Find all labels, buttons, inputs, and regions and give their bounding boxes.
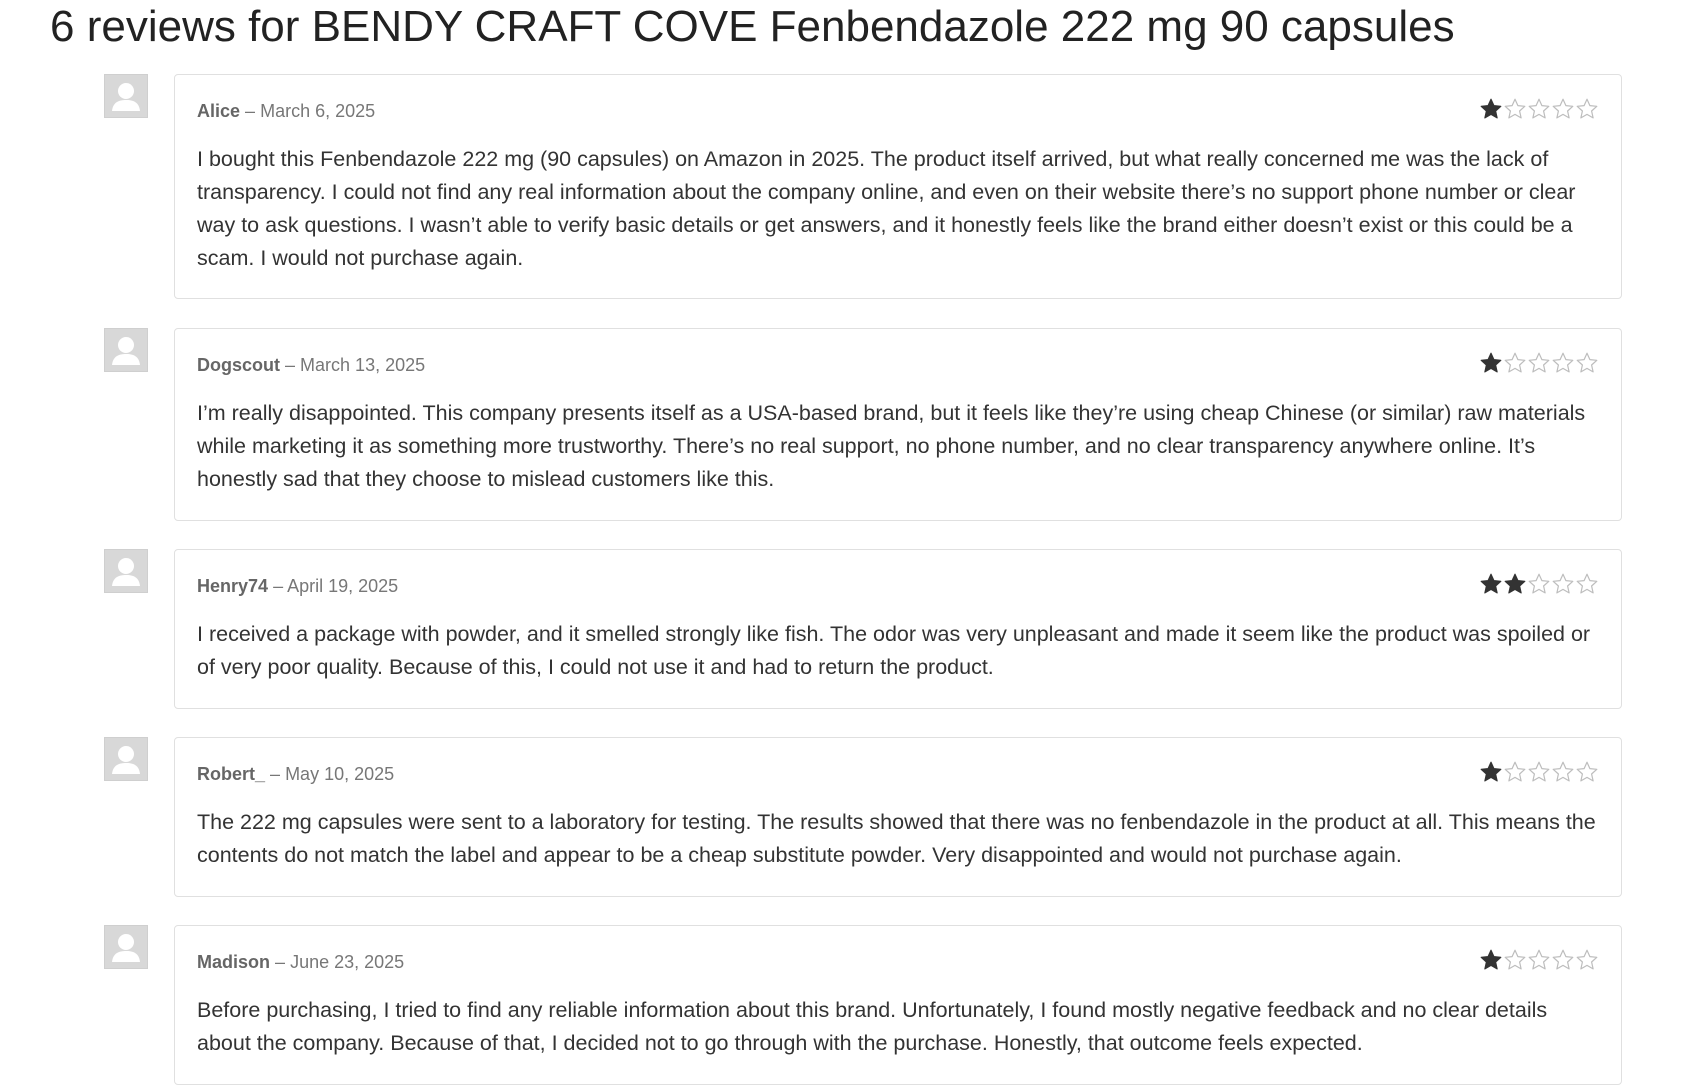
meta-separator: – xyxy=(245,101,256,121)
review-date: April 19, 2025 xyxy=(287,576,399,596)
review-meta: Robert_ – May 10, 2025 xyxy=(197,762,394,786)
review-author: Dogscout xyxy=(197,355,280,375)
review-date: June 23, 2025 xyxy=(290,952,405,972)
star-filled-icon xyxy=(1480,573,1502,594)
review-text: The 222 mg capsules were sent to a labor… xyxy=(197,810,1596,867)
star-rating xyxy=(1479,351,1599,377)
review-text: I bought this Fenbendazole 222 mg (90 ca… xyxy=(197,147,1576,270)
review-list: Alice – March 6, 2025 I bought this Fenb… xyxy=(0,0,1682,1085)
star-empty-icon xyxy=(1576,761,1598,782)
review-text: Before purchasing, I tried to find any r… xyxy=(197,998,1548,1055)
star-rating xyxy=(1479,97,1599,123)
review-text: I’m really disappointed. This company pr… xyxy=(197,401,1586,491)
review-meta: Henry74 – April 19, 2025 xyxy=(197,574,398,598)
review-author: Madison xyxy=(197,952,271,972)
review-meta: Madison – June 23, 2025 xyxy=(197,950,404,974)
user-avatar-icon xyxy=(104,549,148,593)
star-filled-icon xyxy=(1504,573,1526,594)
star-filled-icon xyxy=(1480,761,1502,782)
star-empty-icon xyxy=(1576,98,1598,119)
star-empty-icon xyxy=(1528,573,1550,594)
star-empty-icon xyxy=(1528,949,1550,970)
star-empty-icon xyxy=(1528,98,1550,119)
star-empty-icon xyxy=(1504,352,1526,373)
star-empty-icon xyxy=(1576,949,1598,970)
meta-separator: – xyxy=(273,576,284,596)
review-meta: Dogscout – March 13, 2025 xyxy=(197,353,425,377)
star-rating xyxy=(1479,948,1599,974)
star-filled-icon xyxy=(1480,352,1502,373)
review-card: Dogscout – March 13, 2025 I’m really dis… xyxy=(174,328,1622,521)
review-date: May 10, 2025 xyxy=(285,764,395,784)
review-text: I received a package with powder, and it… xyxy=(197,622,1591,679)
review-card: Henry74 – April 19, 2025 I received a pa… xyxy=(174,549,1622,709)
star-empty-icon xyxy=(1552,761,1574,782)
review-author: Henry74 xyxy=(197,576,269,596)
star-empty-icon xyxy=(1552,573,1574,594)
star-rating xyxy=(1479,572,1599,598)
star-rating xyxy=(1479,760,1599,786)
review-card: Madison – June 23, 2025 Before purchasin… xyxy=(174,925,1622,1085)
review-card: Alice – March 6, 2025 I bought this Fenb… xyxy=(174,74,1622,299)
review-card: Robert_ – May 10, 2025 The 222 mg capsul… xyxy=(174,737,1622,897)
user-avatar-icon xyxy=(104,737,148,781)
star-empty-icon xyxy=(1552,352,1574,373)
star-filled-icon xyxy=(1480,949,1502,970)
user-silhouette-icon xyxy=(105,75,147,117)
star-empty-icon xyxy=(1504,949,1526,970)
user-silhouette-icon xyxy=(105,550,147,592)
review-author: Robert_ xyxy=(197,764,266,784)
review-meta: Alice – March 6, 2025 xyxy=(197,99,375,123)
star-empty-icon xyxy=(1504,98,1526,119)
star-empty-icon xyxy=(1528,761,1550,782)
review-date: March 6, 2025 xyxy=(260,101,376,121)
star-empty-icon xyxy=(1576,573,1598,594)
star-empty-icon xyxy=(1528,352,1550,373)
meta-separator: – xyxy=(275,952,286,972)
star-empty-icon xyxy=(1576,352,1598,373)
star-empty-icon xyxy=(1504,761,1526,782)
meta-separator: – xyxy=(270,764,281,784)
star-filled-icon xyxy=(1480,98,1502,119)
user-silhouette-icon xyxy=(105,329,147,371)
user-avatar-icon xyxy=(104,74,148,118)
review-date: March 13, 2025 xyxy=(300,355,426,375)
meta-separator: – xyxy=(285,355,296,375)
user-avatar-icon xyxy=(104,925,148,969)
star-empty-icon xyxy=(1552,949,1574,970)
star-empty-icon xyxy=(1552,98,1574,119)
user-silhouette-icon xyxy=(105,738,147,780)
user-silhouette-icon xyxy=(105,926,147,968)
user-avatar-icon xyxy=(104,328,148,372)
review-author: Alice xyxy=(197,101,241,121)
